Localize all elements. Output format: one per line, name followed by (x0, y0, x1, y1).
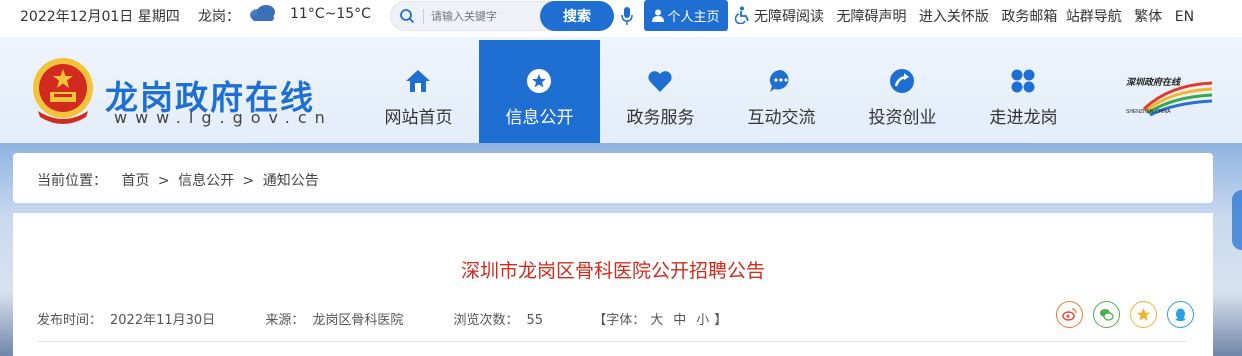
share-buttons (1056, 301, 1194, 328)
search-divider (423, 9, 424, 24)
breadcrumb-prefix: 当前位置： (37, 173, 107, 189)
views-label: 浏览次数： (453, 313, 519, 328)
site-url: www.lg.gov.cn (114, 108, 333, 127)
nav-info-disclosure[interactable]: 信息公开 (479, 40, 600, 143)
article-meta: 发布时间： 2022年11月30日 来源： 龙岗区骨科医院 浏览次数： 55 【字体：… (37, 309, 727, 328)
nav-gov-services[interactable]: 政务服务 (600, 40, 721, 143)
nav-label: 信息公开 (505, 108, 574, 128)
share-favorite-button[interactable] (1130, 301, 1157, 328)
chat-icon (769, 69, 789, 92)
article-title: 深圳市龙岗区骨科医院公开招聘公告 (460, 260, 765, 282)
font-size-control: 【字体： 大中小】 (593, 309, 727, 328)
font-size-small[interactable]: 小 (696, 313, 709, 328)
cloud-icon (250, 5, 275, 21)
publish-date: 2022年11月30日 (110, 313, 216, 328)
top-links: 无障碍阅读 无障碍声明 进入关怀版 政务邮箱 站群导航 繁体 EN (754, 6, 1202, 26)
link-care-version[interactable]: 进入关怀版 (919, 9, 989, 25)
share-wechat-button[interactable] (1093, 301, 1120, 328)
accessibility-icon[interactable] (735, 6, 751, 24)
link-traditional-chinese[interactable]: 繁体 (1134, 9, 1162, 25)
link-site-navigation[interactable]: 站群导航 (1066, 9, 1122, 25)
views-info: 浏览次数： 55 (454, 309, 544, 328)
breadcrumb-info[interactable]: 信息公开 (178, 173, 234, 189)
publish-label: 发布时间： (37, 313, 103, 328)
top-utility-bar: 2022年12月01日 星期四 龙岗： 11°C~15°C 搜索 个人主页 无障… (0, 0, 1242, 32)
nav-about-longgang[interactable]: 走进龙岗 (963, 40, 1084, 143)
views-count: 55 (526, 313, 544, 328)
search-button[interactable]: 搜索 (540, 1, 614, 31)
article-panel: 深圳市龙岗区骨科医院公开招聘公告 发布时间： 2022年11月30日 来源： 龙岗区… (13, 213, 1213, 356)
link-gov-mail[interactable]: 政务邮箱 (1001, 9, 1057, 25)
source-label: 来源： (265, 313, 305, 328)
star-icon (1137, 308, 1150, 321)
home-icon (406, 70, 430, 92)
main-nav: 网站首页 信息公开 政务服务 互动交流 投资创业 走进龙岗 (358, 40, 1084, 143)
nav-interaction[interactable]: 互动交流 (721, 40, 842, 143)
nav-investment[interactable]: 投资创业 (842, 40, 963, 143)
font-size-large[interactable]: 大 (650, 313, 663, 328)
user-icon (652, 9, 665, 22)
font-close: 】 (714, 313, 728, 328)
city-label: 龙岗： (198, 9, 240, 25)
breadcrumb: 当前位置： 首页 > 信息公开 > 通知公告 (37, 170, 323, 190)
font-size-medium[interactable]: 中 (673, 313, 686, 328)
nav-label: 走进龙岗 (989, 108, 1058, 128)
current-date: 2022年12月01日 星期四 (20, 9, 180, 25)
font-label: 【字体： (593, 313, 646, 328)
share-weibo-button[interactable] (1056, 301, 1083, 328)
link-accessibility-statement[interactable]: 无障碍声明 (836, 9, 906, 25)
national-emblem-logo[interactable] (28, 55, 98, 125)
breadcrumb-panel: 当前位置： 首页 > 信息公开 > 通知公告 (13, 153, 1213, 203)
breadcrumb-separator: > (242, 173, 255, 189)
side-float-tab[interactable] (1232, 190, 1242, 250)
search-icon (400, 9, 415, 24)
nav-label: 政务服务 (626, 108, 695, 128)
site-header: 龙岗政府在线 www.lg.gov.cn 网站首页 信息公开 政务服务 互动交流… (0, 37, 1242, 143)
personal-center-label: 个人主页 (667, 10, 720, 25)
shenzhen-gov-logo[interactable]: 深圳政府在线 SHENZHEN CHINA (1124, 75, 1214, 119)
microphone-icon[interactable] (620, 6, 634, 26)
svg-text:深圳政府在线: 深圳政府在线 (1126, 77, 1181, 88)
star-icon (527, 69, 551, 93)
heart-icon (648, 71, 672, 92)
nav-home[interactable]: 网站首页 (358, 40, 479, 143)
qq-icon (1175, 308, 1186, 321)
grid-icon (1011, 69, 1035, 93)
publish-info: 发布时间： 2022年11月30日 (37, 309, 215, 328)
nav-label: 投资创业 (868, 108, 937, 128)
nav-label: 互动交流 (747, 108, 816, 128)
meta-divider (37, 341, 1187, 342)
personal-center-button[interactable]: 个人主页 (644, 0, 728, 31)
breadcrumb-notices[interactable]: 通知公告 (263, 173, 319, 189)
source-value: 龙岗区骨科医院 (312, 313, 404, 328)
source-info: 来源： 龙岗区骨科医院 (265, 309, 403, 328)
breadcrumb-separator: > (157, 173, 170, 189)
temperature: 11°C~15°C (290, 6, 371, 22)
arrow-icon (890, 69, 914, 93)
link-accessible-reading[interactable]: 无障碍阅读 (754, 9, 824, 25)
wechat-icon (1100, 309, 1114, 321)
link-english[interactable]: EN (1175, 9, 1194, 25)
weibo-icon (1062, 308, 1077, 321)
search-input[interactable] (431, 7, 531, 25)
breadcrumb-home[interactable]: 首页 (121, 173, 149, 189)
share-qq-button[interactable] (1167, 301, 1194, 328)
svg-text:SHENZHEN CHINA: SHENZHEN CHINA (1126, 109, 1171, 115)
nav-label: 网站首页 (384, 108, 453, 128)
